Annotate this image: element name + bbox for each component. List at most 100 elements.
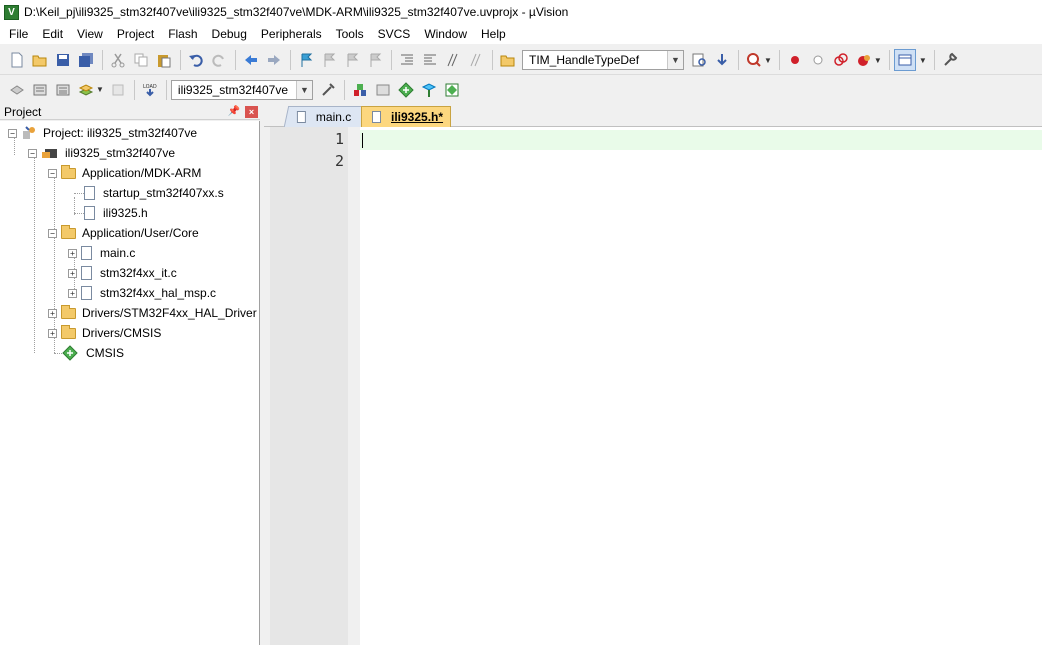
menu-debug[interactable]: Debug [205, 24, 254, 44]
disable-breakpoints-icon[interactable] [830, 49, 852, 71]
tree-label: startup_stm32f407xx.s [103, 186, 224, 200]
project-tree: − Project: ili9325_stm32f407ve − ili9325… [0, 121, 260, 645]
enable-breakpoint-icon[interactable] [807, 49, 829, 71]
start-debug-icon[interactable] [743, 49, 765, 71]
breakpoint-dropdown-icon[interactable]: ▼ [874, 56, 882, 65]
project-panel-header: Project 📌 × [0, 104, 260, 120]
kill-breakpoints-icon[interactable] [853, 49, 875, 71]
tab-ili9325-h[interactable]: ili9325.h* [361, 106, 451, 127]
tree-project-root[interactable]: − Project: ili9325_stm32f407ve [8, 123, 197, 143]
expand-toggle[interactable]: + [48, 308, 57, 318]
tree-group-application-user-core[interactable]: − Application/User/Core [48, 223, 199, 243]
collapse-toggle[interactable]: − [28, 148, 37, 158]
project-icon [23, 126, 35, 139]
pack-installer-icon[interactable] [441, 79, 463, 101]
uncomment-icon[interactable] [465, 49, 487, 71]
translate-icon[interactable] [6, 79, 28, 101]
menu-flash[interactable]: Flash [161, 24, 204, 44]
open-folder-icon [61, 224, 76, 239]
menu-edit[interactable]: Edit [35, 24, 70, 44]
tree-file-startup[interactable]: startup_stm32f407xx.s [84, 183, 224, 203]
expand-toggle[interactable]: + [48, 328, 57, 338]
menu-view[interactable]: View [70, 24, 110, 44]
unindent-icon[interactable] [419, 49, 441, 71]
collapse-toggle[interactable]: − [48, 228, 57, 238]
expand-toggle[interactable]: + [68, 288, 77, 298]
menu-help[interactable]: Help [474, 24, 513, 44]
menu-tools[interactable]: Tools [329, 24, 371, 44]
select-software-packs-icon[interactable] [418, 79, 440, 101]
layout-dropdown-icon[interactable]: ▼ [919, 56, 927, 65]
tree-group-hal-driver[interactable]: + Drivers/STM32F4xx_HAL_Driver [48, 303, 257, 323]
find-combo[interactable]: TIM_HandleTypeDef ▼ [522, 50, 684, 70]
file-extensions-icon[interactable] [372, 79, 394, 101]
navigate-forward-icon[interactable] [263, 49, 285, 71]
collapse-toggle[interactable]: − [48, 168, 57, 178]
tree-file-stm32f4xx-it[interactable]: + stm32f4xx_it.c [68, 263, 177, 283]
tree-cmsis-component[interactable]: CMSIS [62, 343, 124, 363]
batch-build-icon[interactable] [75, 79, 97, 101]
window-layout-icon[interactable] [893, 49, 916, 71]
debug-dropdown-icon[interactable]: ▼ [764, 56, 772, 65]
collapse-toggle[interactable]: − [8, 128, 17, 138]
cut-icon[interactable] [107, 49, 129, 71]
target-combo[interactable]: ili9325_stm32f407ve ▼ [170, 79, 313, 100]
incremental-find-icon[interactable] [711, 49, 733, 71]
code-editor[interactable] [360, 127, 1042, 645]
open-folder-icon[interactable] [29, 49, 51, 71]
chevron-down-icon[interactable]: ▼ [295, 80, 312, 99]
bookmark-icon[interactable] [295, 49, 317, 71]
pin-icon[interactable]: 📌 [227, 106, 241, 117]
tree-label: Application/User/Core [82, 226, 199, 240]
cmsis-diamond-icon [62, 345, 78, 361]
menu-svcs[interactable]: SVCS [371, 24, 418, 44]
tree-connector [74, 193, 84, 194]
build-icon[interactable] [29, 79, 51, 101]
find-combo-value: TIM_HandleTypeDef [529, 53, 640, 67]
configure-wrench-icon[interactable] [939, 49, 961, 71]
download-load-icon[interactable]: LOAD [139, 79, 161, 101]
manage-run-time-environment-icon[interactable] [395, 79, 417, 101]
menu-file[interactable]: File [2, 24, 35, 44]
expand-toggle[interactable]: + [68, 268, 77, 278]
find-icon[interactable] [688, 49, 710, 71]
previous-bookmark-icon[interactable] [318, 49, 340, 71]
comment-icon[interactable] [442, 49, 464, 71]
manage-project-items-icon[interactable] [349, 79, 371, 101]
save-all-icon[interactable] [75, 49, 97, 71]
batch-dropdown-icon[interactable]: ▼ [96, 85, 104, 94]
tree-file-main-c[interactable]: + main.c [68, 243, 135, 263]
tree-file-ili9325-h[interactable]: ili9325.h [84, 203, 148, 223]
tree-file-stm32f4xx-hal-msp[interactable]: + stm32f4xx_hal_msp.c [68, 283, 216, 303]
redo-icon[interactable] [208, 49, 230, 71]
next-bookmark-icon[interactable] [341, 49, 363, 71]
menu-project[interactable]: Project [110, 24, 161, 44]
rebuild-icon[interactable] [52, 79, 74, 101]
tree-group-application-mdk-arm[interactable]: − Application/MDK-ARM [48, 163, 201, 183]
clear-bookmarks-icon[interactable] [364, 49, 386, 71]
indent-icon[interactable] [396, 49, 418, 71]
navigate-back-icon[interactable] [240, 49, 262, 71]
insert-breakpoint-icon[interactable] [784, 49, 806, 71]
menu-window[interactable]: Window [417, 24, 474, 44]
copy-icon[interactable] [130, 49, 152, 71]
tree-label: CMSIS [86, 346, 125, 360]
find-in-files-icon[interactable] [497, 49, 519, 71]
toolbar-separator [290, 50, 291, 70]
target-options-icon[interactable] [317, 79, 339, 101]
tree-group-cmsis-drivers[interactable]: + Drivers/CMSIS [48, 323, 161, 343]
paste-icon[interactable] [153, 49, 175, 71]
undo-icon[interactable] [185, 49, 207, 71]
menu-bar: File Edit View Project Flash Debug Perip… [0, 24, 1042, 44]
save-icon[interactable] [52, 49, 74, 71]
chevron-down-icon[interactable]: ▼ [667, 51, 683, 69]
menu-peripherals[interactable]: Peripherals [254, 24, 329, 44]
tree-target[interactable]: − ili9325_stm32f407ve [28, 143, 175, 163]
tab-main-c[interactable]: main.c [283, 106, 374, 127]
new-file-icon[interactable] [6, 49, 28, 71]
tree-label: Drivers/STM32F4xx_HAL_Driver [82, 306, 257, 320]
close-icon[interactable]: × [245, 105, 258, 118]
stop-build-icon[interactable] [107, 79, 129, 101]
tree-label: Project: ili9325_stm32f407ve [43, 126, 198, 140]
expand-toggle[interactable]: + [68, 248, 77, 258]
